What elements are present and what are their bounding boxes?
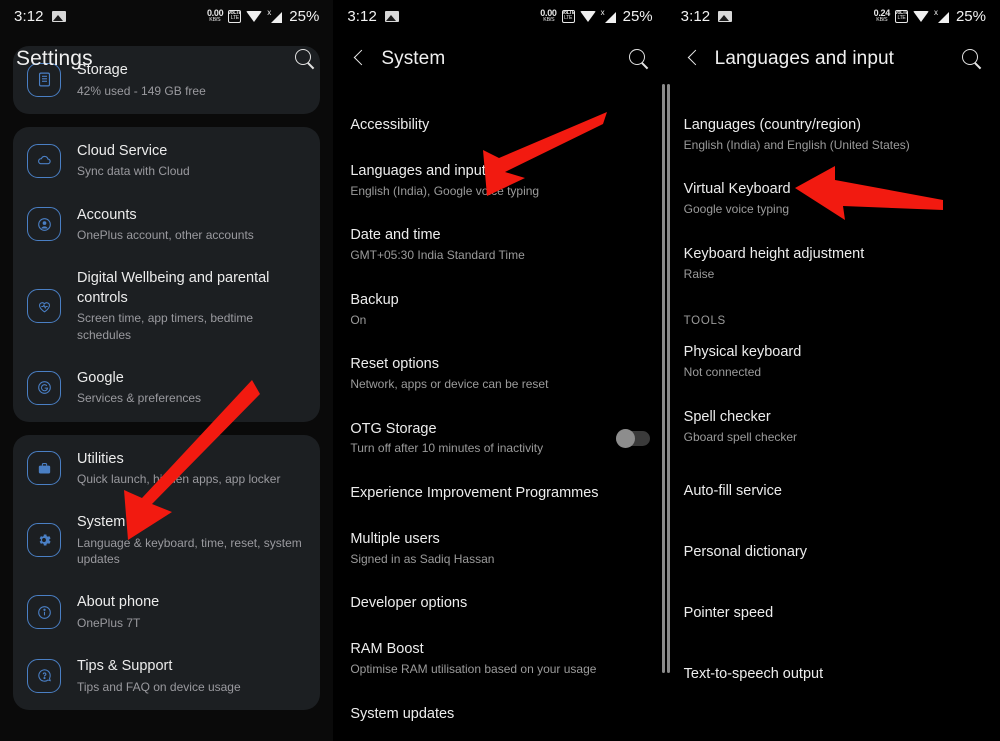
list-item-virtual-keyboard[interactable]: Virtual Keyboard Google voice typing [684, 166, 983, 230]
list-item-ram-boost[interactable]: RAM Boost Optimise RAM utilisation based… [350, 626, 649, 690]
search-icon[interactable] [293, 47, 317, 71]
list-item-utilities[interactable]: Utilities Quick launch, hidden apps, app… [13, 437, 320, 501]
list-item-languages-country-region[interactable]: Languages (country/region) English (Indi… [684, 102, 983, 166]
list-item-text: Tips & Support Tips and FAQ on device us… [77, 657, 241, 694]
list-item-digital-wellbeing[interactable]: Digital Wellbeing and parental controls … [13, 256, 320, 356]
list-item-languages-and-input[interactable]: Languages and input English (India), Goo… [350, 148, 649, 212]
account-icon [27, 207, 61, 242]
volte-icon: VoLTE LTE [894, 9, 908, 23]
cellular-signal-icon: x [267, 8, 283, 23]
list-item-otg-storage[interactable]: OTG Storage Turn off after 10 minutes of… [350, 406, 650, 470]
list-item-about-phone[interactable]: About phone OnePlus 7T [13, 580, 320, 644]
languages-settings-list: Languages (country/region) English (Indi… [667, 86, 1000, 697]
back-arrow-icon[interactable] [349, 48, 371, 70]
search-icon[interactable] [627, 47, 651, 71]
battery-percent: 25% [289, 7, 320, 25]
section-header-tools: TOOLS [683, 315, 726, 328]
cellular-signal-icon: x [601, 8, 616, 23]
utilities-briefcase-icon [27, 451, 61, 486]
volte-icon: VoLTE LTE [228, 9, 242, 23]
wifi-icon [246, 11, 263, 22]
panel-settings: 3:12 0.00 KB/S VoLTE LTE x 25% Settings [0, 0, 334, 741]
battery-percent: 25% [955, 7, 986, 25]
list-item-text: Cloud Service Sync data with Cloud [77, 142, 190, 179]
list-item-text: About phone OnePlus 7T [77, 594, 160, 630]
app-bar-languages: Languages and input [667, 32, 1000, 86]
list-item-power-off[interactable]: Power Off [350, 736, 649, 741]
list-item-keyboard-height-adjustment[interactable]: Keyboard height adjustment Raise [684, 231, 983, 295]
network-speed-indicator: 0.00 KB/S [540, 7, 557, 23]
page-title: Languages and input [714, 48, 895, 69]
list-item-reset-options[interactable]: Reset options Network, apps or device ca… [350, 341, 649, 405]
list-item-text: System Language & keyboard, time, reset,… [77, 514, 302, 566]
status-icons: 0.24 KB/S VoLTE LTE x 25% [874, 8, 986, 25]
list-item-developer-options[interactable]: Developer options [350, 580, 649, 626]
vertical-scrollbar[interactable] [661, 84, 665, 673]
three-panel-screenshot-strip: 3:12 0.00 KB/S VoLTE LTE x 25% Settings [0, 0, 1000, 741]
system-gear-icon [27, 523, 61, 558]
list-item-cloud-service[interactable]: Cloud Service Sync data with Cloud [13, 129, 320, 193]
help-question-icon [27, 658, 61, 693]
status-bar: 3:12 0.00 KB/S VoLTE LTE x 25% [333, 0, 666, 32]
list-item-text: Digital Wellbeing and parental controls … [77, 270, 270, 342]
list-item-physical-keyboard[interactable]: Physical keyboard Not connected [684, 329, 983, 393]
list-item-personal-dictionary[interactable]: Personal dictionary [684, 525, 983, 586]
info-icon [27, 595, 61, 630]
network-speed-indicator: 0.00 KB/S [206, 7, 224, 23]
cloud-icon [27, 143, 61, 178]
status-time: 3:12 [347, 7, 377, 25]
list-item-experience-improvement[interactable]: Experience Improvement Programmes [350, 470, 649, 516]
list-item-spell-checker[interactable]: Spell checker Gboard spell checker [684, 394, 983, 458]
list-item-system[interactable]: System Language & keyboard, time, reset,… [13, 500, 320, 580]
list-item-accounts[interactable]: Accounts OnePlus account, other accounts [13, 193, 320, 257]
status-icons: 0.00 KB/S VoLTE LTE x 25% [207, 8, 319, 25]
panel-system: 3:12 0.00 KB/S VoLTE LTE x 25% System Ac… [333, 0, 667, 741]
volte-icon: VoLTE LTE [561, 9, 575, 23]
list-item-pointer-speed[interactable]: Pointer speed [684, 586, 983, 647]
back-arrow-icon[interactable] [683, 48, 705, 70]
app-bar-system: System [333, 32, 666, 86]
list-item-text: Utilities Quick launch, hidden apps, app… [77, 450, 281, 487]
status-icons: 0.00 KB/S VoLTE LTE x 25% [540, 8, 652, 25]
settings-card-services: Cloud Service Sync data with Cloud Accou… [13, 126, 321, 422]
list-item-system-updates[interactable]: System updates [350, 691, 649, 737]
list-item-tips-support[interactable]: Tips & Support Tips and FAQ on device us… [13, 644, 320, 708]
status-time: 3:12 [680, 7, 711, 25]
google-icon [27, 370, 61, 405]
list-item-text: Google Services & preferences [77, 369, 202, 406]
list-item-multiple-users[interactable]: Multiple users Signed in as Sadiq Hassan [350, 516, 649, 580]
battery-percent: 25% [622, 7, 653, 25]
list-item-date-and-time[interactable]: Date and time GMT+05:30 India Standard T… [350, 212, 649, 276]
search-icon[interactable] [960, 47, 984, 71]
system-settings-list: Accessibility Languages and input Englis… [333, 86, 666, 741]
photo-icon [51, 10, 66, 22]
cellular-signal-icon: x [934, 8, 949, 23]
panel-divider-scrollbar[interactable] [666, 84, 670, 673]
wellbeing-heart-icon [27, 289, 61, 323]
wifi-icon [912, 11, 929, 22]
list-item-text-to-speech-output[interactable]: Text-to-speech output [684, 647, 983, 697]
network-speed-indicator: 0.24 KB/S [873, 7, 891, 23]
status-bar: 3:12 0.00 KB/S VoLTE LTE x 25% [0, 0, 333, 32]
settings-card-system: Utilities Quick launch, hidden apps, app… [13, 434, 321, 710]
settings-card-list: Storage 42% used - 149 GB free Cloud Ser… [0, 46, 333, 710]
page-title: System [381, 48, 446, 69]
panel-languages-and-input: 3:12 0.24 KB/S VoLTE LTE x 25% Languages… [666, 0, 1000, 741]
list-item-accessibility[interactable]: Accessibility [350, 102, 649, 148]
status-bar: 3:12 0.24 KB/S VoLTE LTE x 25% [667, 0, 1000, 32]
wifi-icon [579, 11, 596, 22]
list-item-text: Accounts OnePlus account, other accounts [77, 206, 254, 243]
photo-icon [384, 10, 399, 22]
app-bar-settings: Settings [0, 32, 333, 86]
list-item-backup[interactable]: Backup On [350, 277, 649, 341]
otg-storage-toggle[interactable] [615, 428, 650, 448]
list-item-auto-fill-service[interactable]: Auto-fill service [684, 458, 983, 525]
list-item-google[interactable]: Google Services & preferences [13, 356, 320, 420]
photo-icon [718, 10, 733, 22]
status-time: 3:12 [14, 7, 44, 25]
page-title: Settings [16, 47, 93, 70]
